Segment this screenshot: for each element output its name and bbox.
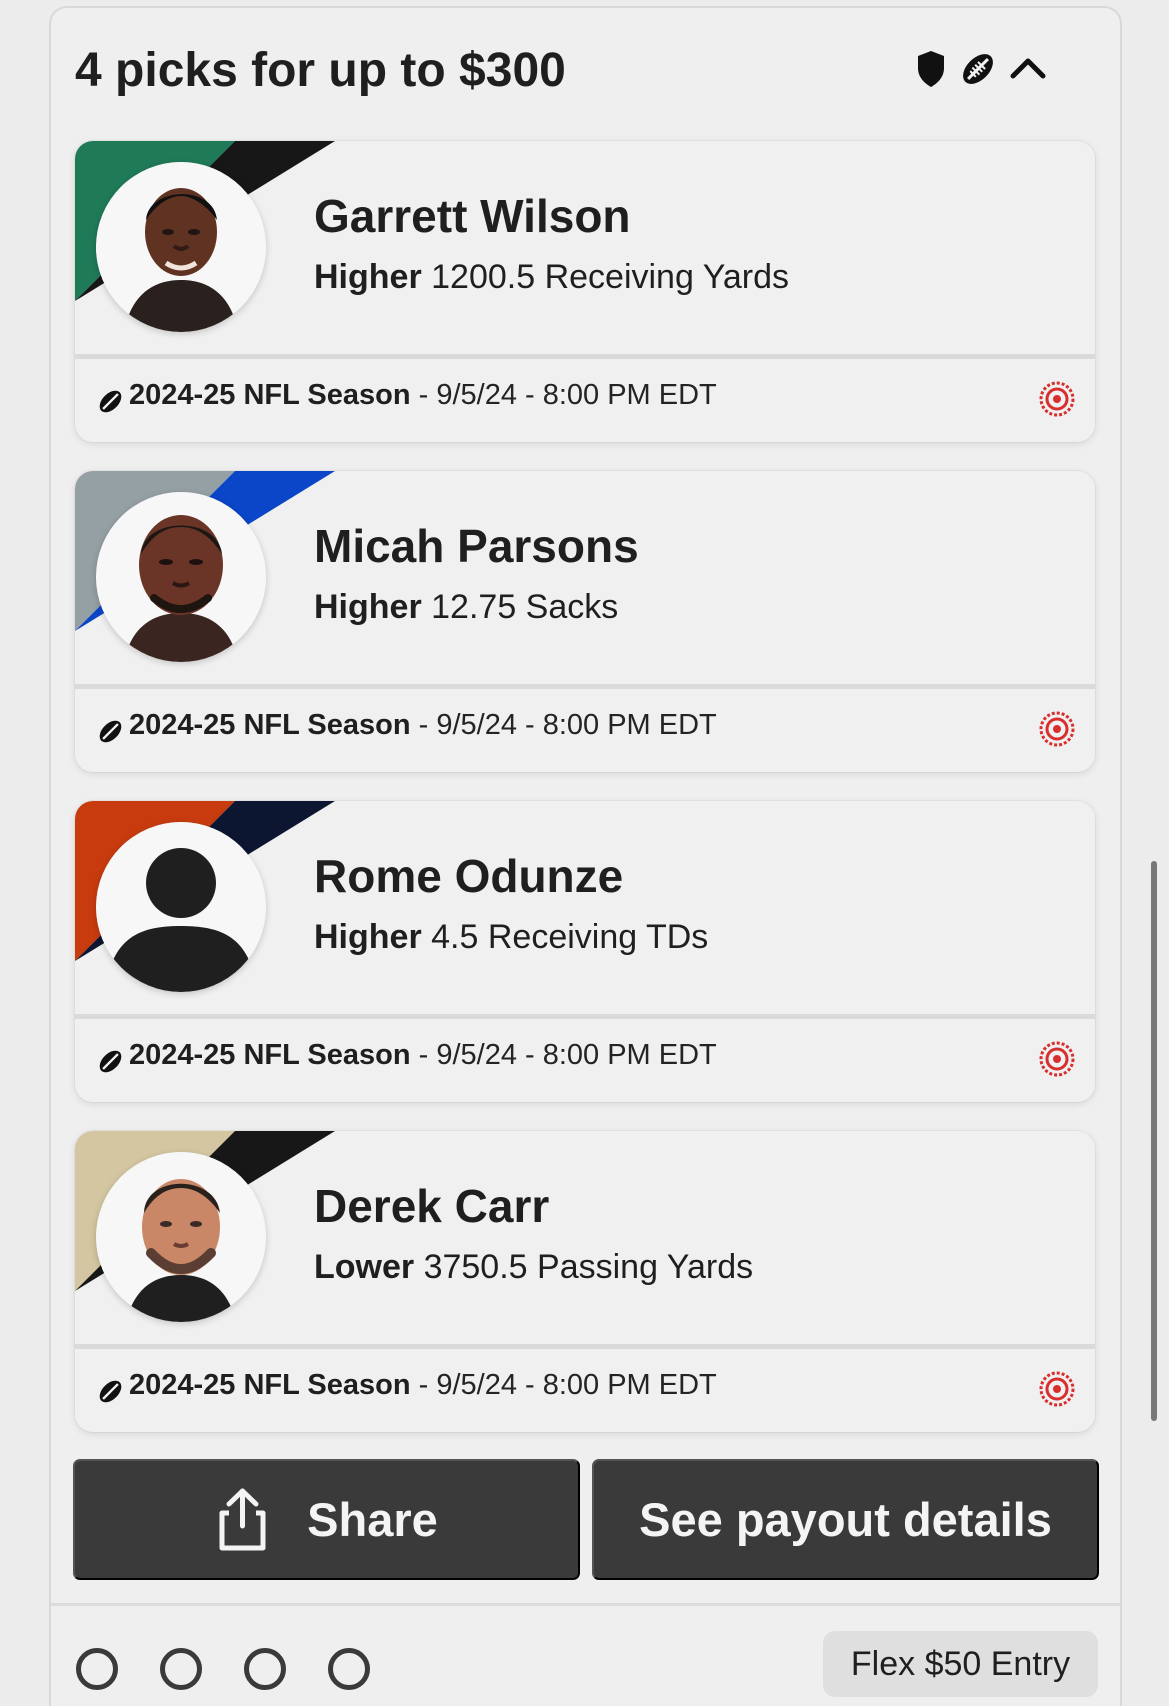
football-icon [99,390,122,413]
season-label: 2024-25 NFL Season [129,709,411,741]
player-photo [96,162,266,332]
pick-card-main: Rome Odunze Higher 4.5 Receiving TDs [75,801,1095,1014]
football-icon [99,1380,122,1403]
entry-header: 4 picks for up to $300 [75,30,1100,112]
football-icon [99,720,122,743]
share-icon [219,1488,266,1550]
pick-direction: Lower [314,1248,415,1286]
player-name: Micah Parsons [314,520,639,572]
game-info: 2024-25 NFL Season - 9/5/24 - 8:00 PM ED… [129,709,717,742]
player-photo [96,1152,266,1322]
scrollbar-thumb[interactable] [1151,861,1157,1421]
player-avatar [96,492,266,662]
football-icon [963,54,993,84]
pick-card[interactable]: Garrett Wilson Higher 1200.5 Receiving Y… [75,141,1095,442]
player-avatar [96,1152,266,1322]
pick-direction: Higher [314,918,422,956]
pick-card[interactable]: Rome Odunze Higher 4.5 Receiving TDs 202… [75,801,1095,1102]
progress-dot [328,1648,370,1690]
entry-type-badge: Flex $50 Entry [823,1631,1098,1697]
game-time: - 9/5/24 - 8:00 PM EDT [410,379,717,411]
game-info: 2024-25 NFL Season - 9/5/24 - 8:00 PM ED… [129,1369,717,1402]
game-time: - 9/5/24 - 8:00 PM EDT [410,1039,717,1071]
pick-card-footer: 2024-25 NFL Season - 9/5/24 - 8:00 PM ED… [75,689,1095,772]
football-icon [99,1050,122,1073]
season-label: 2024-25 NFL Season [129,1369,411,1401]
progress-dot [76,1648,118,1690]
pick-card-main: Micah Parsons Higher 12.75 Sacks [75,471,1095,684]
shield-icon [918,51,944,87]
entry-header-icons [910,48,1070,96]
pick-projection: Higher 1200.5 Receiving Yards [314,258,789,297]
pick-direction: Higher [314,588,422,626]
generic-avatar-icon [96,822,266,992]
pick-card-main: Garrett Wilson Higher 1200.5 Receiving Y… [75,141,1095,354]
pick-card-main: Derek Carr Lower 3750.5 Passing Yards [75,1131,1095,1344]
projection-value: 3750.5 Passing Yards [423,1248,754,1286]
share-button[interactable]: Share [73,1459,580,1580]
pick-projection: Higher 12.75 Sacks [314,588,618,627]
projection-value: 1200.5 Receiving Yards [431,258,790,296]
pick-card[interactable]: Derek Carr Lower 3750.5 Passing Yards 20… [75,1131,1095,1432]
pick-progress-dots [76,1648,370,1692]
player-name: Derek Carr [314,1180,550,1232]
pick-projection: Higher 4.5 Receiving TDs [314,918,708,957]
target-icon[interactable] [1037,1369,1077,1409]
season-label: 2024-25 NFL Season [129,1039,411,1071]
entry-card: 4 picks for up to $300 Garrett Wilson Hi… [49,6,1122,1706]
game-time: - 9/5/24 - 8:00 PM EDT [410,1369,717,1401]
pick-projection: Lower 3750.5 Passing Yards [314,1248,753,1287]
pick-card[interactable]: Micah Parsons Higher 12.75 Sacks 2024-25… [75,471,1095,772]
target-icon[interactable] [1037,709,1077,749]
see-payout-details-button[interactable]: See payout details [592,1459,1099,1580]
player-photo [96,492,266,662]
pick-direction: Higher [314,258,422,296]
share-label: Share [307,1493,438,1546]
entry-footer-divider [51,1603,1120,1606]
payout-label: See payout details [639,1493,1052,1546]
progress-dot [160,1648,202,1690]
target-icon[interactable] [1037,379,1077,419]
player-avatar [96,822,266,992]
chevron-up-icon[interactable] [1008,48,1048,90]
game-time: - 9/5/24 - 8:00 PM EDT [410,709,717,741]
app-screen: 4 picks for up to $300 Garrett Wilson Hi… [0,0,1169,1706]
pick-card-footer: 2024-25 NFL Season - 9/5/24 - 8:00 PM ED… [75,1349,1095,1432]
entry-title: 4 picks for up to $300 [75,44,566,97]
projection-value: 12.75 Sacks [431,588,619,626]
entry-actions: Share See payout details [73,1459,1099,1580]
game-info: 2024-25 NFL Season - 9/5/24 - 8:00 PM ED… [129,1039,717,1072]
progress-dot [244,1648,286,1690]
player-name: Rome Odunze [314,850,624,902]
target-icon[interactable] [1037,1039,1077,1079]
season-label: 2024-25 NFL Season [129,379,411,411]
pick-card-footer: 2024-25 NFL Season - 9/5/24 - 8:00 PM ED… [75,359,1095,442]
player-avatar [96,162,266,332]
projection-value: 4.5 Receiving TDs [431,918,709,956]
pick-card-footer: 2024-25 NFL Season - 9/5/24 - 8:00 PM ED… [75,1019,1095,1102]
game-info: 2024-25 NFL Season - 9/5/24 - 8:00 PM ED… [129,379,717,412]
player-name: Garrett Wilson [314,190,631,242]
